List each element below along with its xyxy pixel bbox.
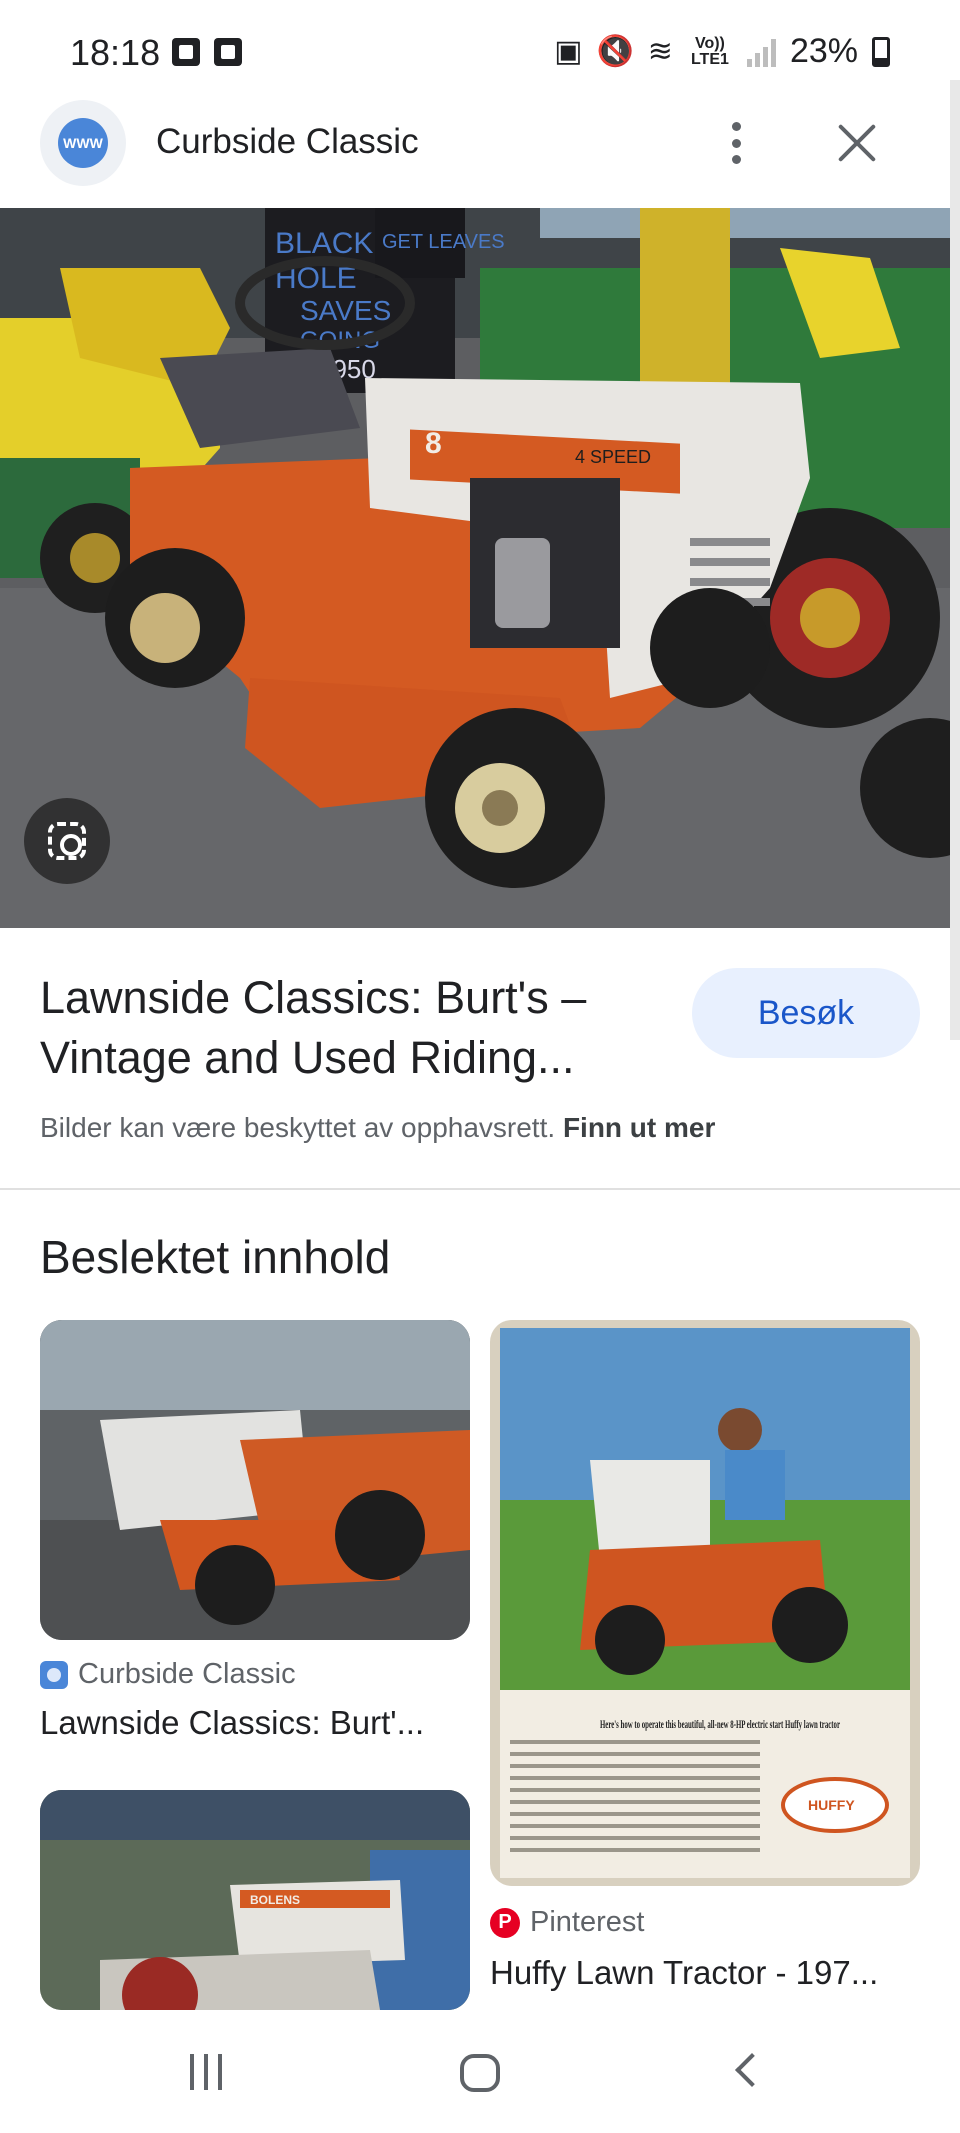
gallery-notification-icon: [172, 38, 200, 66]
divider: [0, 1188, 960, 1190]
recents-icon[interactable]: [190, 2054, 222, 2090]
related-content-heading: Beslektet innhold: [40, 1231, 391, 1283]
back-icon[interactable]: [735, 2053, 769, 2087]
battery-icon: [872, 36, 890, 67]
related-card-2-source[interactable]: P Pinterest: [490, 1906, 644, 1939]
copyright-notice: Bilder kan være beskyttet av opphavsrett…: [40, 1112, 715, 1144]
site-favicon[interactable]: WWW: [40, 100, 126, 186]
google-lens-button[interactable]: [24, 798, 110, 884]
hood-label: 4 SPEED: [575, 447, 651, 467]
related-card-1-photo: [40, 1320, 470, 1640]
home-icon[interactable]: [460, 2054, 500, 2092]
related-card-1-source-name: Curbside Classic: [78, 1658, 296, 1690]
related-card-2-source-name: Pinterest: [530, 1906, 645, 1938]
related-card-2-photo: Here's how to operate this beautiful, al…: [500, 1328, 910, 1878]
viewer-header: WWW Curbside Classic: [0, 100, 960, 208]
globe-icon: [40, 1660, 68, 1689]
main-image[interactable]: BLACK HOLE SAVES GOING $950 GET LEAVES 8…: [0, 208, 950, 928]
related-card-2-caption[interactable]: Huffy Lawn Tractor - 197...: [490, 1954, 878, 1992]
learn-more-link[interactable]: Finn ut mer: [563, 1112, 715, 1143]
related-card-1-caption[interactable]: Lawnside Classics: Burt'...: [40, 1704, 424, 1742]
globe-icon: WWW: [58, 118, 108, 168]
related-card-1-source[interactable]: Curbside Classic: [40, 1658, 296, 1691]
battery-saver-icon: ▣: [554, 35, 583, 68]
site-name[interactable]: Curbside Classic: [156, 122, 419, 162]
pinterest-icon: P: [490, 1907, 520, 1938]
related-card-2-image[interactable]: Here's how to operate this beautiful, al…: [490, 1320, 920, 1886]
visit-button[interactable]: Besøk: [692, 968, 920, 1058]
status-time: 18:18: [70, 32, 161, 73]
tractor-photo: BLACK HOLE SAVES GOING $950 GET LEAVES 8…: [0, 208, 950, 928]
network-type: Vo)) LTE1: [690, 34, 729, 68]
ad-headline: Here's how to operate this beautiful, al…: [600, 1717, 840, 1731]
more-options-icon[interactable]: [716, 118, 756, 168]
sign-right-text: GET LEAVES: [382, 231, 505, 253]
close-icon[interactable]: [836, 122, 878, 164]
status-notification-icons: [172, 38, 242, 66]
app-notification-icon: [214, 38, 242, 66]
result-title[interactable]: Lawnside Classics: Burt's – Vintage and …: [40, 968, 660, 1088]
related-card-3-image[interactable]: BOLENS: [40, 1790, 470, 2010]
scroll-indicator: [950, 80, 960, 1040]
related-card-3-photo: BOLENS: [40, 1790, 470, 2010]
related-card-1-image[interactable]: [40, 1320, 470, 1640]
card3-label: BOLENS: [250, 1893, 300, 1907]
lens-icon: [48, 822, 86, 860]
mute-icon: 🔇: [596, 35, 634, 68]
status-bar: 18:18 ▣ 🔇 ≋ Vo)) LTE1 23%: [0, 0, 960, 100]
sign-line-1: BLACK: [275, 227, 373, 260]
sign-line-3: SAVES: [300, 295, 391, 326]
signal-icon: [746, 37, 776, 67]
system-nav-bar: [0, 2010, 960, 2133]
wifi-icon: ≋: [647, 35, 673, 68]
hood-badge: 8: [425, 427, 442, 460]
status-indicators: ▣ 🔇 ≋ Vo)) LTE1 23%: [554, 32, 890, 71]
copyright-text: Bilder kan være beskyttet av opphavsrett…: [40, 1112, 556, 1143]
ad-brand: HUFFY: [808, 1797, 855, 1813]
battery-percent: 23%: [789, 32, 858, 70]
